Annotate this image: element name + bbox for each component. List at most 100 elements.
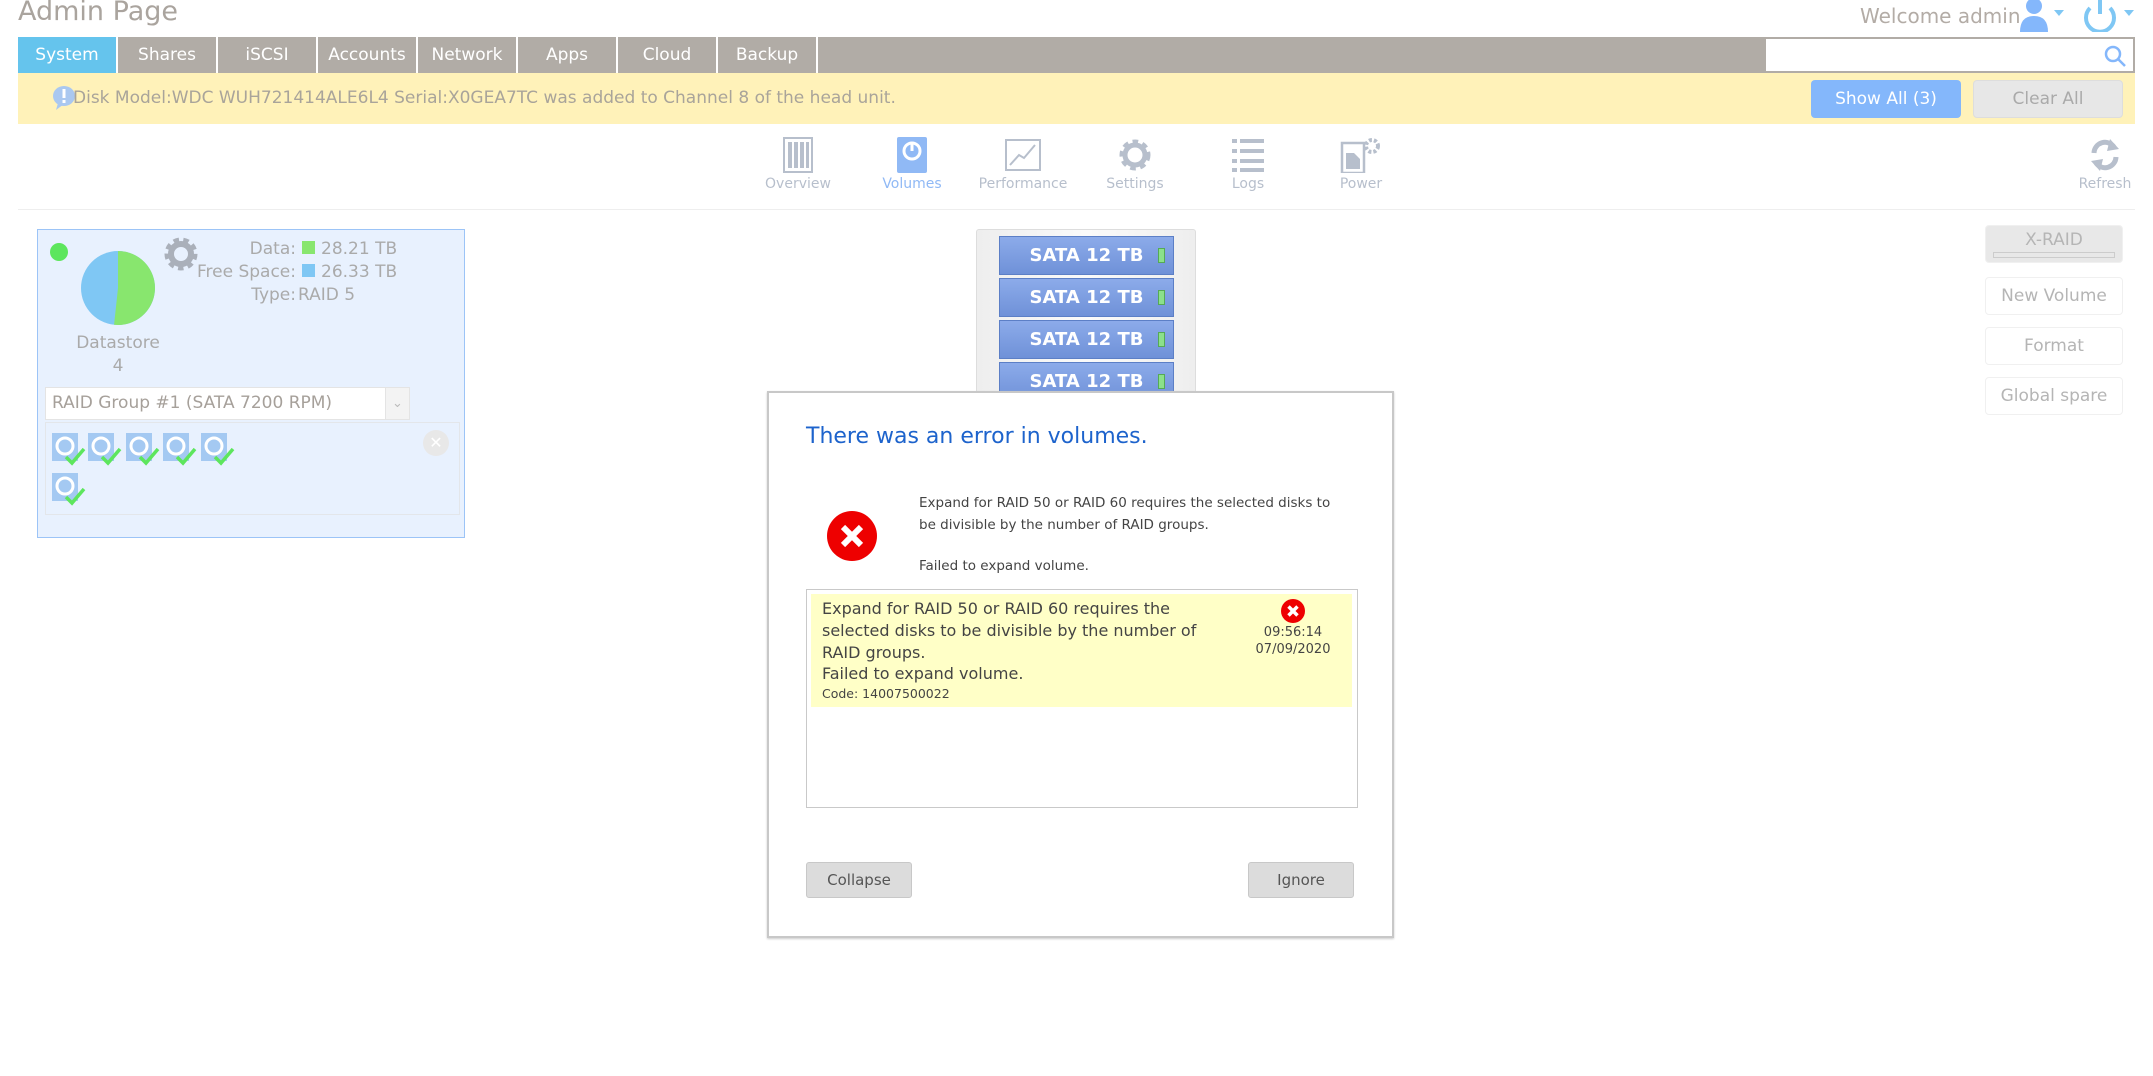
notification-text: Disk Model:WDC WUH721414ALE6L4 Serial:X0… — [73, 88, 896, 108]
volume-pie-chart — [81, 251, 155, 325]
chevron-down-icon[interactable]: ⌄ — [385, 388, 409, 419]
log-error-icon — [1281, 599, 1305, 623]
data-label: Data: — [249, 239, 296, 259]
drive-bay[interactable]: SATA 12 TB — [999, 278, 1174, 317]
volume-card[interactable]: Data: Free Space: Type: 28.21 TB 26.33 T… — [37, 229, 465, 538]
drive-led-icon — [1158, 248, 1165, 263]
power-settings-icon — [1340, 138, 1380, 173]
format-button[interactable]: Format — [1985, 327, 2123, 365]
nav-label: Settings — [1106, 176, 1164, 192]
data-value: 28.21 TB — [321, 239, 398, 259]
search-box — [1764, 37, 2135, 73]
disk-ok-icon[interactable] — [52, 433, 86, 466]
volume-number: 4 — [112, 356, 124, 376]
free-value: 26.33 TB — [321, 262, 398, 282]
nav-volumes[interactable]: Volumes — [857, 134, 967, 192]
disk-ok-icon[interactable] — [52, 473, 86, 506]
drive-bay-label: SATA 12 TB — [1029, 329, 1144, 350]
raid-group-value: RAID Group #1 (SATA 7200 RPM) — [52, 393, 333, 413]
tab-shares[interactable]: Shares — [118, 37, 218, 73]
error-dialog: There was an error in volumes. Expand fo… — [767, 391, 1394, 938]
tab-accounts[interactable]: Accounts — [318, 37, 418, 73]
pie-slice-data — [114, 251, 155, 325]
welcome-text: Welcome admin — [1860, 4, 2021, 28]
disk-ok-icon[interactable] — [88, 433, 122, 466]
nav-settings[interactable]: Settings — [1080, 134, 1190, 192]
nav-performance[interactable]: Performance — [968, 134, 1078, 192]
tab-backup[interactable]: Backup — [718, 37, 818, 73]
nav-power[interactable]: Power — [1306, 134, 1416, 192]
search-icon[interactable] — [2103, 44, 2127, 68]
notification-bar: Disk Model:WDC WUH721414ALE6L4 Serial:X0… — [18, 73, 2135, 124]
drive-led-icon — [1158, 332, 1165, 347]
tab-apps[interactable]: Apps — [518, 37, 618, 73]
drive-bay[interactable]: SATA 12 TB — [999, 236, 1174, 275]
clear-all-button[interactable]: Clear All — [1973, 80, 2123, 118]
dialog-failed: Failed to expand volume. — [919, 558, 1089, 574]
new-volume-button[interactable]: New Volume — [1985, 277, 2123, 315]
tab-cloud[interactable]: Cloud — [618, 37, 718, 73]
drive-led-icon — [1158, 290, 1165, 305]
refresh-icon — [2091, 139, 2119, 171]
overview-icon — [783, 137, 813, 173]
log-time: 09:56:14 — [1263, 625, 1323, 640]
disk-ok-icon[interactable] — [126, 433, 160, 466]
nav-label: Refresh — [2078, 176, 2132, 192]
volumes-icon — [897, 137, 927, 173]
nav-label: Overview — [765, 176, 831, 192]
nav-logs[interactable]: Logs — [1193, 134, 1303, 192]
collapse-button[interactable]: Collapse — [806, 862, 912, 898]
tab-network[interactable]: Network — [418, 37, 518, 73]
log-date: 07/09/2020 — [1255, 642, 1331, 657]
xraid-toggle[interactable]: X-RAID — [1985, 225, 2123, 263]
rack-chassis: SATA 12 TB SATA 12 TB SATA 12 TB SATA 12 TB — [976, 229, 1196, 401]
user-menu[interactable] — [2018, 0, 2068, 32]
disk-list: ✕ — [45, 422, 460, 515]
drive-bay-label: SATA 12 TB — [1029, 287, 1144, 308]
status-dot — [50, 243, 68, 261]
type-label: Type: — [251, 285, 296, 305]
user-icon — [2020, 0, 2064, 32]
tab-system[interactable]: System — [18, 37, 118, 73]
nav-label: Performance — [978, 176, 1068, 192]
nav-label: Power — [1339, 176, 1383, 192]
xraid-bar — [1993, 252, 2115, 258]
page-title: Admin Page — [18, 0, 178, 27]
data-swatch — [302, 241, 315, 254]
drive-bay-label: SATA 12 TB — [1029, 371, 1144, 392]
dialog-title: There was an error in volumes. — [806, 424, 1148, 449]
disk-ok-icon[interactable] — [201, 433, 235, 466]
power-icon — [2084, 0, 2134, 34]
show-all-button[interactable]: Show All (3) — [1811, 80, 1961, 118]
remove-group-icon[interactable]: ✕ — [423, 430, 449, 456]
log-entry: Expand for RAID 50 or RAID 60 requires t… — [811, 594, 1352, 707]
error-icon — [827, 511, 877, 561]
volume-name: Datastore — [76, 333, 160, 353]
tab-iscsi[interactable]: iSCSI — [218, 37, 318, 73]
type-value: RAID 5 — [298, 285, 356, 305]
logs-icon — [1232, 139, 1264, 172]
performance-icon — [1005, 139, 1041, 171]
error-log-box: Expand for RAID 50 or RAID 60 requires t… — [806, 589, 1358, 808]
drive-bay-label: SATA 12 TB — [1029, 245, 1144, 266]
log-failed: Failed to expand volume. — [822, 664, 1024, 683]
raid-group-select[interactable]: RAID Group #1 (SATA 7200 RPM) ⌄ — [45, 387, 410, 420]
drive-bay[interactable]: SATA 12 TB — [999, 320, 1174, 359]
log-message: Expand for RAID 50 or RAID 60 requires t… — [822, 599, 1197, 662]
xraid-label: X-RAID — [2025, 230, 2083, 250]
power-menu[interactable] — [2082, 0, 2142, 34]
nav-label: Logs — [1231, 176, 1265, 192]
divider — [18, 209, 2135, 210]
disk-ok-icon[interactable] — [163, 433, 197, 466]
settings-icon — [1119, 139, 1151, 171]
nav-overview[interactable]: Overview — [743, 134, 853, 192]
ignore-button[interactable]: Ignore — [1248, 862, 1354, 898]
free-label: Free Space: — [196, 262, 296, 282]
log-code: Code: 14007500022 — [822, 686, 950, 701]
refresh-button[interactable]: Refresh — [2050, 134, 2153, 192]
free-swatch — [302, 264, 315, 277]
nav-label: Volumes — [882, 176, 942, 192]
global-spare-button[interactable]: Global spare — [1985, 377, 2123, 415]
dialog-message: Expand for RAID 50 or RAID 60 requires t… — [919, 495, 1331, 533]
search-input[interactable] — [1772, 39, 2092, 69]
